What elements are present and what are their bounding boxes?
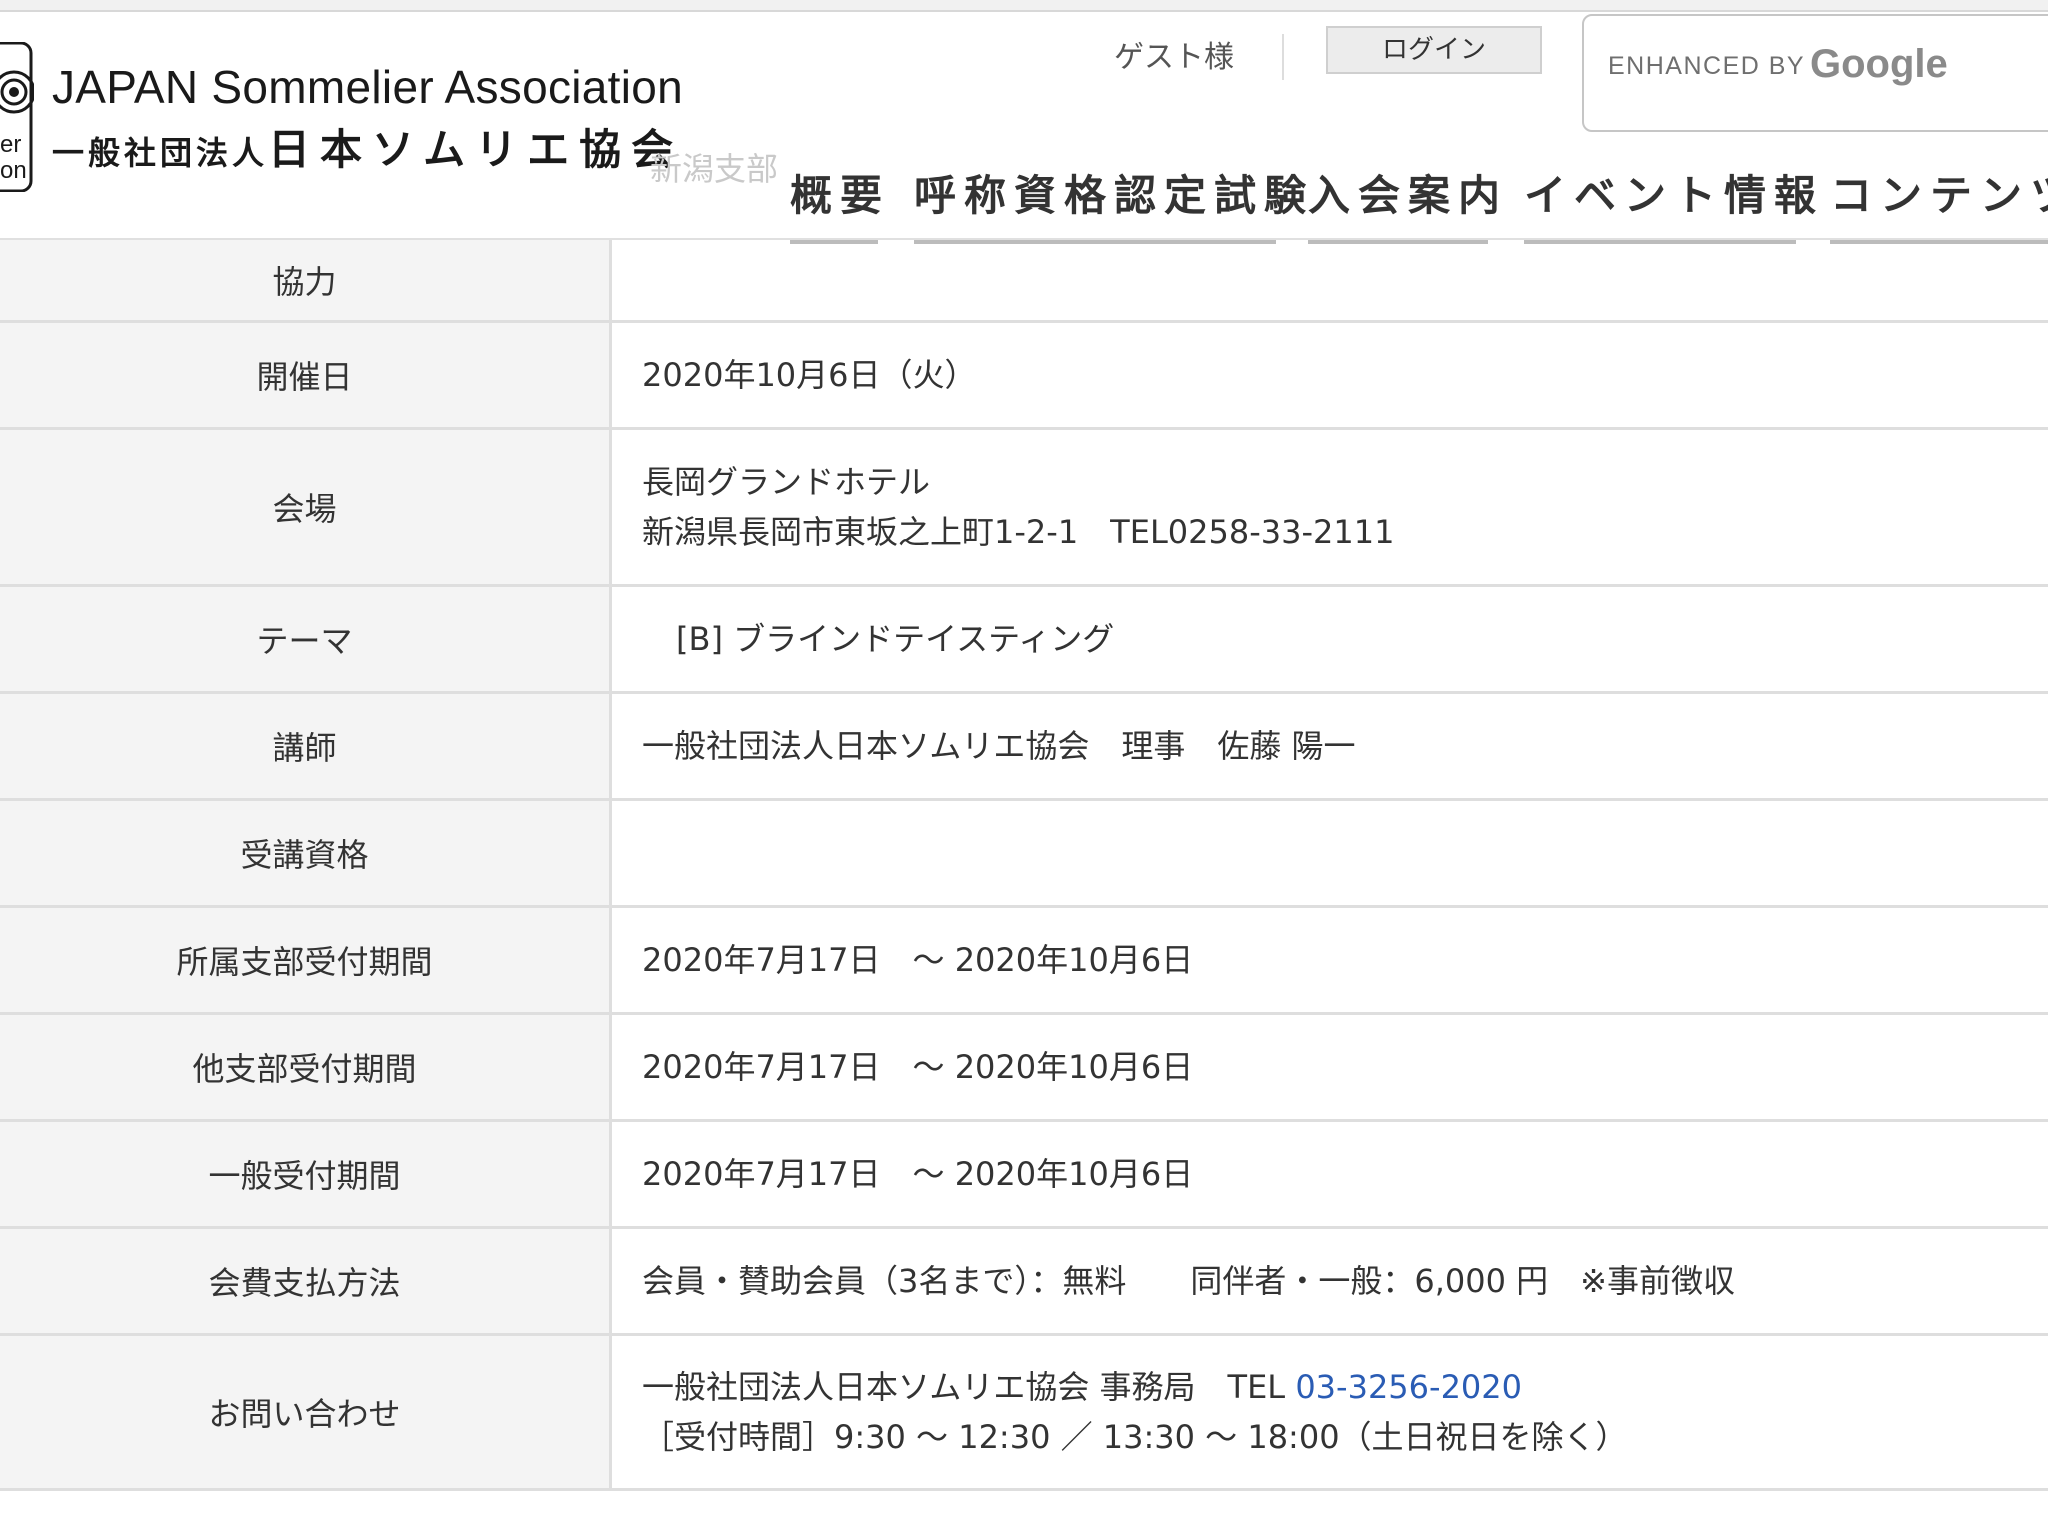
logo-english-name: JAPAN Sommelier Association [52, 61, 684, 113]
nav-membership[interactable]: 入会案内 [1308, 160, 1500, 244]
row-label: 会場 [0, 430, 612, 584]
row-label: 協力 [0, 240, 612, 320]
logo-side-text-2: on [0, 157, 27, 184]
table-row-own-branch-period: 所属支部受付期間 2020年7月17日 ～ 2020年10月6日 [0, 908, 2048, 1015]
row-value: 会員・賛助会員（3名まで）：無料 同伴者・一般：6,000 円 ※事前徴収 [612, 1229, 2048, 1333]
table-row-cooperation: 協力 [0, 240, 2048, 323]
row-label: 開催日 [0, 323, 612, 427]
row-label: 講師 [0, 694, 612, 798]
contact-office-text: 一般社団法人日本ソムリエ協会 事務局 TEL [642, 1368, 1296, 1406]
row-label: 受講資格 [0, 801, 612, 905]
branch-name: 新潟支部 [650, 150, 779, 188]
fee-payment: 会員・賛助会員（3名まで）：無料 同伴者・一般：6,000 円 ※事前徴収 [642, 1262, 1735, 1300]
table-row-theme: テーマ [B] ブラインドテイスティング [0, 587, 2048, 694]
lecturer: 一般社団法人日本ソムリエ協会 理事 佐藤 陽一 [642, 727, 1356, 765]
row-label: 会費支払方法 [0, 1229, 612, 1333]
row-label: テーマ [0, 587, 612, 691]
event-detail-table: 協力 開催日 2020年10月6日（火） 会場 長岡グランドホテル 新潟県長岡市… [0, 238, 2048, 1491]
site-logo[interactable]: er on JAPAN Sommelier Association 一般社団法人… [0, 12, 683, 200]
site-header: er on JAPAN Sommelier Association 一般社団法人… [0, 12, 2048, 244]
row-label: 所属支部受付期間 [0, 908, 612, 1012]
row-value: 2020年10月6日（火） [612, 323, 2048, 427]
browser-top-edge [0, 0, 2048, 12]
contact-hours: ［受付時間］9:30 ～ 12:30 ／ 13:30 ～ 18:00（土日祝日を… [642, 1418, 1628, 1456]
table-row-contact: お問い合わせ 一般社団法人日本ソムリエ協会 事務局 TEL 03-3256-20… [0, 1336, 2048, 1491]
contact-phone-link[interactable]: 03-3256-2020 [1295, 1368, 1522, 1406]
row-value: 一般社団法人日本ソムリエ協会 理事 佐藤 陽一 [612, 694, 2048, 798]
table-row-venue: 会場 長岡グランドホテル 新潟県長岡市東坂之上町1-2-1 TEL0258-33… [0, 430, 2048, 587]
table-row-other-branch-period: 他支部受付期間 2020年7月17日 ～ 2020年10月6日 [0, 1015, 2048, 1122]
table-row-general-period: 一般受付期間 2020年7月17日 ～ 2020年10月6日 [0, 1122, 2048, 1229]
google-logo-text: Google [1810, 42, 1948, 86]
venue-address: 新潟県長岡市東坂之上町1-2-1 TEL0258-33-2111 [642, 513, 1395, 551]
guest-label: ゲスト様 [1114, 40, 1234, 75]
table-row-lecturer: 講師 一般社団法人日本ソムリエ協会 理事 佐藤 陽一 [0, 694, 2048, 801]
table-row-fee: 会費支払方法 会員・賛助会員（3名まで）：無料 同伴者・一般：6,000 円 ※… [0, 1229, 2048, 1336]
header-divider [1282, 34, 1284, 80]
row-value: 2020年7月17日 ～ 2020年10月6日 [612, 1015, 2048, 1119]
site-search-input[interactable]: ENHANCED BY Google [1582, 14, 2048, 132]
row-value [612, 801, 2048, 905]
own-branch-period: 2020年7月17日 ～ 2020年10月6日 [642, 941, 1194, 979]
nav-overview[interactable]: 概要 [790, 160, 882, 244]
nav-events[interactable]: イベント情報 [1524, 160, 1816, 244]
row-value: 一般社団法人日本ソムリエ協会 事務局 TEL 03-3256-2020 ［受付時… [612, 1336, 2048, 1488]
event-theme: [B] ブラインドテイスティング [676, 620, 1115, 658]
logo-japanese-name: 一般社団法人日本ソムリエ協会 [52, 116, 683, 177]
table-row-date: 開催日 2020年10月6日（火） [0, 323, 2048, 430]
logo-side-text-1: er [0, 131, 21, 158]
logo-jp-org-name: 日本ソムリエ協会 [268, 125, 684, 174]
row-value: 長岡グランドホテル 新潟県長岡市東坂之上町1-2-1 TEL0258-33-21… [612, 430, 2048, 584]
row-value: 2020年7月17日 ～ 2020年10月6日 [612, 1122, 2048, 1226]
row-value: [B] ブラインドテイスティング [612, 587, 2048, 691]
search-enhanced-by-label: ENHANCED BY [1608, 52, 1806, 80]
row-value: 2020年7月17日 ～ 2020年10月6日 [612, 908, 2048, 1012]
table-row-eligibility: 受講資格 [0, 801, 2048, 908]
nav-contents[interactable]: コンテンツ [1830, 160, 2048, 244]
other-branch-period: 2020年7月17日 ～ 2020年10月6日 [642, 1048, 1194, 1086]
contact-office: 一般社団法人日本ソムリエ協会 事務局 TEL 03-3256-2020 [642, 1362, 2048, 1412]
row-label: 一般受付期間 [0, 1122, 612, 1226]
row-value [612, 240, 2048, 320]
nav-certification-exam[interactable]: 呼称資格認定試験 [914, 160, 1306, 244]
sommelier-logo-icon: er on [0, 42, 34, 192]
row-label: 他支部受付期間 [0, 1015, 612, 1119]
row-label: お問い合わせ [0, 1336, 612, 1488]
general-period: 2020年7月17日 ～ 2020年10月6日 [642, 1155, 1194, 1193]
logo-jp-prefix: 一般社団法人 [52, 134, 269, 172]
login-button[interactable]: ログイン [1326, 26, 1542, 74]
venue-name: 長岡グランドホテル [642, 463, 931, 501]
event-date: 2020年10月6日（火） [642, 356, 977, 394]
